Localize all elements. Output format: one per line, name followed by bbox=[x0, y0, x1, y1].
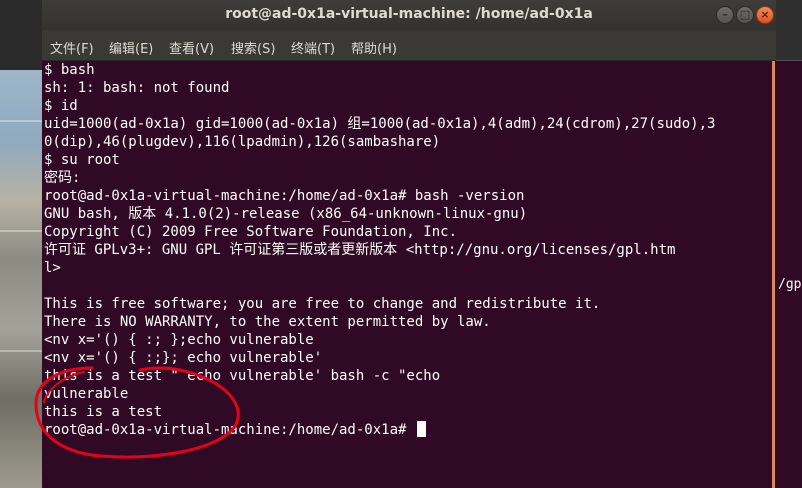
window-title: root@ad-0x1a-virtual-machine: /home/ad-0… bbox=[225, 6, 593, 22]
prompt-line[interactable]: root@ad-0x1a-virtual-machine:/home/ad-0x… bbox=[44, 421, 426, 439]
terminal-line: $ su root bbox=[44, 152, 120, 168]
menu-edit[interactable]: 编辑(E) bbox=[109, 38, 153, 57]
terminal-line: this is a test bbox=[44, 404, 163, 420]
shell-prompt: root@ad-0x1a-virtual-machine:/home/ad-0x… bbox=[44, 422, 415, 438]
terminal-output[interactable]: $ bash sh: 1: bash: not found $ id uid=1… bbox=[42, 61, 776, 488]
terminal-line: GNU bash, 版本 4.1.0(2)-release (x86_64-un… bbox=[44, 206, 528, 222]
close-button[interactable]: × bbox=[756, 6, 774, 24]
terminal-line: root@ad-0x1a-virtual-machine:/home/ad-0x… bbox=[44, 188, 525, 204]
menu-view[interactable]: 查看(V) bbox=[169, 38, 214, 57]
terminal-line: This is free software; you are free to c… bbox=[44, 296, 601, 312]
terminal-line: <nv x='() { :; };echo vulnerable bbox=[44, 332, 314, 348]
text-cursor bbox=[416, 421, 426, 437]
terminal-line: 0(dip),46(plugdev),116(lpadmin),126(samb… bbox=[44, 134, 441, 150]
terminal-line: 许可证 GPLv3+: GNU GPL 许可证第三版或者更新版本 <http:/… bbox=[44, 242, 676, 258]
terminal-line: uid=1000(ad-0x1a) gid=1000(ad-0x1a) 组=10… bbox=[44, 116, 716, 132]
background-window-divider bbox=[776, 60, 802, 61]
maximize-button[interactable]: □ bbox=[736, 6, 754, 24]
terminal-line: this is a test " echo vulnerable' bash -… bbox=[44, 368, 441, 384]
terminal-line: Copyright (C) 2009 Free Software Foundat… bbox=[44, 224, 458, 240]
terminal-line: $ id bbox=[44, 98, 78, 114]
terminal-line: $ bash bbox=[44, 62, 95, 78]
terminal-line: vulnerable bbox=[44, 386, 129, 402]
menu-help[interactable]: 帮助(H) bbox=[351, 38, 397, 57]
menu-file[interactable]: 文件(F) bbox=[50, 38, 94, 57]
menu-terminal[interactable]: 终端(T) bbox=[291, 38, 335, 57]
terminal-line: <nv x='() { :;}; echo vulnerable' bbox=[44, 350, 323, 366]
menu-bar: 文件(F) 编辑(E) 查看(V) 搜索(S) 终端(T) 帮助(H) bbox=[42, 30, 776, 61]
terminal-window[interactable]: root@ad-0x1a-virtual-machine: /home/ad-0… bbox=[42, 0, 776, 488]
background-window-titlebar bbox=[776, 0, 802, 60]
scrollbar[interactable] bbox=[772, 61, 775, 488]
background-window-text: /gp bbox=[778, 277, 802, 292]
background-terminal-window[interactable]: /gp bbox=[776, 0, 802, 488]
title-bar[interactable]: root@ad-0x1a-virtual-machine: /home/ad-0… bbox=[42, 0, 776, 30]
background-desktop-image bbox=[0, 0, 42, 488]
minimize-button[interactable]: – bbox=[716, 6, 734, 24]
terminal-line: 密码: bbox=[44, 170, 81, 186]
menu-search[interactable]: 搜索(S) bbox=[231, 38, 275, 57]
terminal-line: There is NO WARRANTY, to the extent perm… bbox=[44, 314, 491, 330]
terminal-line: sh: 1: bash: not found bbox=[44, 80, 230, 96]
terminal-line: l> bbox=[44, 260, 61, 276]
